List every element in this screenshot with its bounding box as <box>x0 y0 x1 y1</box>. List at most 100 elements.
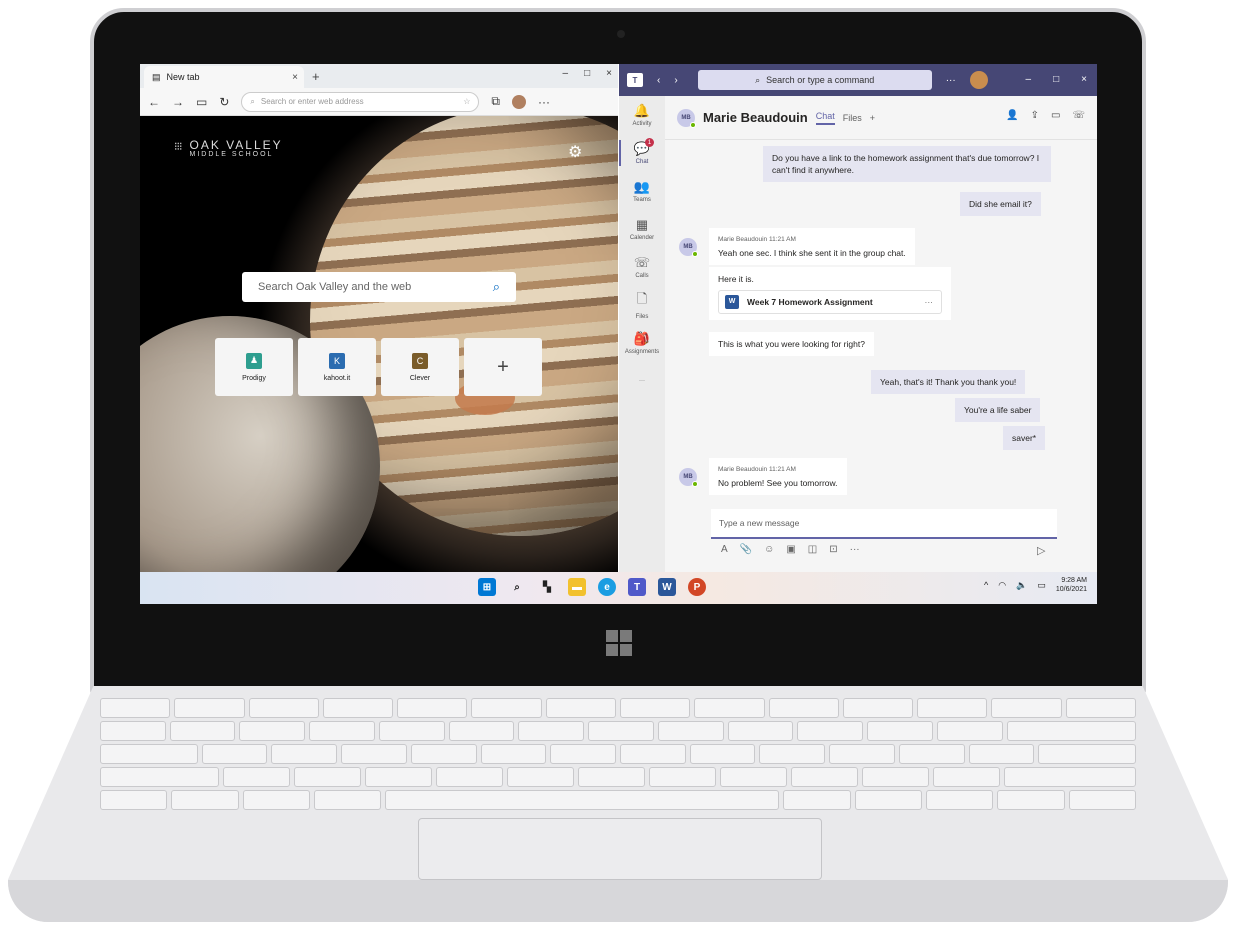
plus-icon: + <box>497 355 509 378</box>
edge-icon[interactable]: e <box>598 578 616 596</box>
format-icon[interactable]: A <box>721 544 728 555</box>
sticker-icon[interactable]: ◫ <box>808 544 817 555</box>
tab-files[interactable]: Files <box>843 113 862 123</box>
keyboard-key <box>1006 721 1137 741</box>
keyboard-key <box>545 698 616 718</box>
wifi-icon[interactable]: ◠ <box>998 580 1006 591</box>
audio-call-icon[interactable]: ☏ <box>1072 110 1085 121</box>
attach-icon[interactable]: 📎 <box>740 544 752 555</box>
schedule-meeting-icon[interactable]: ⊡ <box>829 544 837 555</box>
message-incoming: This is what you were looking for right? <box>709 332 874 356</box>
add-people-icon[interactable]: 👤 <box>1006 110 1018 121</box>
message-text: Yeah one sec. I think she sent it in the… <box>718 248 906 258</box>
avatar[interactable] <box>969 71 988 89</box>
compose-message-input[interactable]: Type a new message <box>711 509 1057 539</box>
volume-icon[interactable]: 🔈 <box>1016 580 1027 591</box>
file-more-button[interactable]: ··· <box>925 296 934 308</box>
edge-toolbar: ← → ▭ ↻ ⌕ Search or enter web address ☆ … <box>140 88 618 116</box>
rail-item-calendar[interactable]: ▦ Calender <box>619 210 665 248</box>
more-button[interactable]: ··· <box>946 75 956 86</box>
send-icon[interactable]: ▷ <box>1037 544 1045 557</box>
quick-link-label: Clever <box>409 374 431 382</box>
keyboard-key <box>933 767 1000 787</box>
add-tab-button[interactable]: + <box>870 113 875 123</box>
edge-close-button[interactable]: × <box>606 68 612 79</box>
keyboard-key <box>397 698 468 718</box>
sidebar-icon[interactable]: ▭ <box>196 95 207 109</box>
search-icon[interactable]: ⌕ <box>508 578 526 596</box>
keyboard-key <box>854 790 922 810</box>
rail-item-assignments[interactable]: 🎒 Assignments <box>619 324 665 362</box>
chevron-up-icon[interactable]: ^ <box>984 580 988 590</box>
avatar: MB <box>679 238 698 257</box>
rail-more-button[interactable]: ··· <box>619 362 665 400</box>
emoji-icon[interactable]: ☺ <box>764 544 774 555</box>
rail-item-chat[interactable]: 💬 1 Chat <box>619 134 665 172</box>
edge-maximize-button[interactable]: □ <box>584 68 590 79</box>
rail-item-files[interactable]: 🗋 Files <box>619 286 665 324</box>
refresh-button[interactable]: ↻ <box>219 95 229 109</box>
teams-close-button[interactable]: × <box>1081 74 1087 85</box>
message-outgoing: saver* <box>1003 426 1046 450</box>
clock[interactable]: 9:28 AM 10/6/2021 <box>1056 576 1087 594</box>
back-button[interactable]: ← <box>148 95 160 109</box>
add-quick-link-button[interactable]: + <box>464 338 542 396</box>
quick-link-prodigy[interactable]: ♟ Prodigy <box>215 338 293 396</box>
collections-icon[interactable]: ⧉ <box>491 94 500 109</box>
quick-link-label: kahoot.it <box>323 374 351 382</box>
keyboard-key <box>169 721 236 741</box>
gif-icon[interactable]: ▣ <box>786 544 795 555</box>
quick-link-kahoot[interactable]: K kahoot.it <box>298 338 376 396</box>
profile-avatar[interactable] <box>511 94 526 109</box>
avatar-initials: MB <box>683 474 693 480</box>
rail-item-teams[interactable]: 👥 Teams <box>619 172 665 210</box>
address-bar[interactable]: ⌕ Search or enter web address ☆ <box>241 91 480 112</box>
more-options-icon[interactable]: ··· <box>850 544 860 555</box>
teams-icon[interactable]: T <box>628 578 646 596</box>
powerpoint-icon[interactable]: P <box>688 578 706 596</box>
task-view-icon[interactable]: ▚ <box>538 578 556 596</box>
edge-tab-bar: ▤ New tab × + – □ × <box>140 64 618 88</box>
more-button[interactable]: ··· <box>538 95 550 109</box>
school-logo: ⁝⁝⁝ OAK VALLEY MIDDLE SCHOOL <box>174 139 283 158</box>
start-icon[interactable]: ⊞ <box>478 578 496 596</box>
teams-minimize-button[interactable]: – <box>1026 74 1032 85</box>
page-search-input[interactable]: Search Oak Valley and the web ⌕ <box>242 272 516 302</box>
keyboard-key <box>100 744 198 764</box>
back-button[interactable]: ‹ <box>657 75 660 86</box>
presence-indicator <box>692 481 698 487</box>
tab-title: New tab <box>166 72 200 82</box>
avatar[interactable]: MB <box>677 108 696 128</box>
file-explorer-icon[interactable]: ▬ <box>568 578 586 596</box>
battery-icon[interactable]: ▭ <box>1037 580 1046 591</box>
command-search-input[interactable]: ⌕ Search or type a command <box>697 70 932 90</box>
forward-button[interactable]: › <box>674 75 677 86</box>
forward-button[interactable]: → <box>172 95 184 109</box>
tab-chat[interactable]: Chat <box>815 111 835 125</box>
rail-item-activity[interactable]: 🔔 Activity <box>619 96 665 134</box>
share-screen-icon[interactable]: ⇪ <box>1031 110 1039 121</box>
quick-link-clever[interactable]: C Clever <box>381 338 459 396</box>
keyboard-key <box>842 698 914 718</box>
keyboard-key <box>657 721 724 741</box>
app-launcher-icon[interactable]: ⁝⁝⁝ <box>174 140 182 153</box>
tab-new-tab[interactable]: ▤ New tab × <box>144 66 304 88</box>
file-attachment[interactable]: W Week 7 Homework Assignment ··· <box>718 290 942 314</box>
favorite-star-icon[interactable]: ☆ <box>463 97 470 106</box>
teams-maximize-button[interactable]: □ <box>1053 74 1059 85</box>
avatar-initials: MB <box>681 114 691 121</box>
word-icon[interactable]: W <box>658 578 676 596</box>
video-call-icon[interactable]: ▭ <box>1051 110 1060 121</box>
contact-name: Marie Beaudouin <box>703 110 808 125</box>
search-icon[interactable]: ⌕ <box>493 279 500 295</box>
gear-icon[interactable]: ⚙ <box>568 142 582 162</box>
rail-label: Calls <box>635 273 649 279</box>
keyboard-key <box>550 744 616 764</box>
keyboard-key <box>1004 767 1136 787</box>
keyboard-key <box>720 767 787 787</box>
tab-close-button[interactable]: × <box>292 72 298 83</box>
edge-minimize-button[interactable]: – <box>563 68 569 79</box>
keyboard-key <box>271 744 338 764</box>
rail-item-calls[interactable]: ☏ Calls <box>619 248 665 286</box>
new-tab-button[interactable]: + <box>312 69 320 84</box>
